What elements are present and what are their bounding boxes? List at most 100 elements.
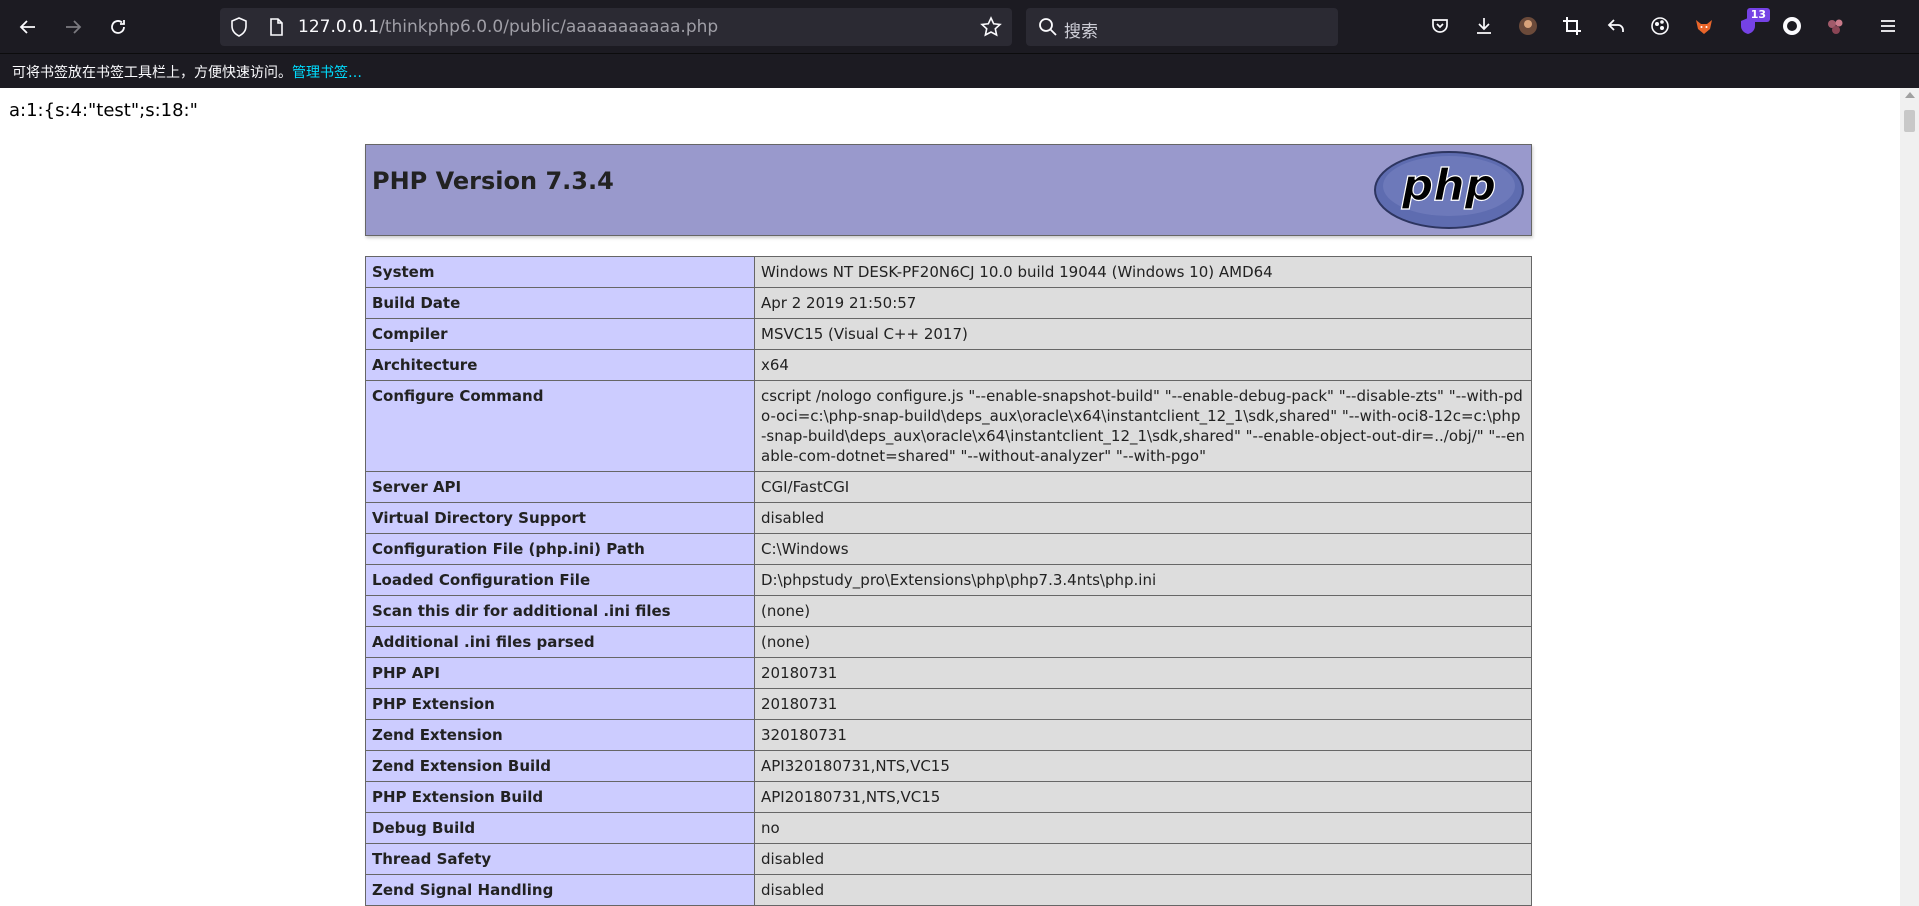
shield-icon[interactable]: [228, 16, 250, 38]
serialized-output: a:1:{s:4:"test";s:18:": [9, 100, 198, 121]
page-content: a:1:{s:4:"test";s:18:" PHP Version 7.3.4…: [0, 88, 1900, 906]
row-key: Scan this dir for additional .ini files: [365, 595, 755, 627]
pocket-button[interactable]: [1426, 12, 1454, 40]
bookmarks-hint: 可将书签放在书签工具栏上，方便快速访问。管理书签…: [12, 62, 362, 82]
url-bar[interactable]: 127.0.0.1/thinkphp6.0.0/public/aaaaaaaaa…: [220, 8, 1012, 46]
page-icon[interactable]: [266, 17, 286, 37]
crop-icon: [1563, 17, 1581, 35]
back-button[interactable]: [10, 9, 46, 45]
undo-button[interactable]: [1602, 12, 1630, 40]
table-row: Zend Extension 320180731: [365, 719, 1532, 751]
table-row: PHP Extension Build API20180731,NTS,VC15: [365, 781, 1532, 813]
table-row: Compiler MSVC15 (Visual C++ 2017): [365, 318, 1532, 350]
table-row: Scan this dir for additional .ini files(…: [365, 595, 1532, 627]
extension-avatar-button[interactable]: [1514, 12, 1542, 40]
table-row: Configure Command cscript /nologo configu…: [365, 380, 1532, 472]
row-key: Loaded Configuration File: [365, 564, 755, 596]
php-version-title: PHP Version 7.3.4: [372, 167, 614, 195]
downloads-button[interactable]: [1470, 12, 1498, 40]
row-key: Virtual Directory Support: [365, 502, 755, 534]
php-version-header: PHP Version 7.3.4 php: [365, 144, 1532, 236]
row-key: Build Date: [365, 287, 755, 319]
row-key: PHP API: [365, 657, 755, 689]
row-key: Architecture: [365, 349, 755, 381]
row-value: disabled: [754, 843, 1532, 875]
circle-extension-button[interactable]: [1778, 12, 1806, 40]
table-row: Loaded Configuration File D:\phpstudy_pro…: [365, 564, 1532, 596]
table-row: Additional .ini files parsed (none): [365, 626, 1532, 658]
row-key: Additional .ini files parsed: [365, 626, 755, 658]
search-bar[interactable]: 搜索: [1026, 8, 1338, 46]
browser-toolbar: 127.0.0.1/thinkphp6.0.0/public/aaaaaaaaa…: [0, 0, 1919, 53]
row-value: API20180731,NTS,VC15: [754, 781, 1532, 813]
row-value: C:\Windows: [754, 533, 1532, 565]
row-key: Zend Extension: [365, 719, 755, 751]
row-value: cscript /nologo configure.js "--enable-s…: [754, 380, 1532, 472]
avatar-icon: [1519, 17, 1537, 35]
reload-button[interactable]: [100, 9, 136, 45]
row-key: System: [365, 256, 755, 288]
row-value: (none): [754, 626, 1532, 658]
row-key: Compiler: [365, 318, 755, 350]
row-value: (none): [754, 595, 1532, 627]
shield-extension-button[interactable]: 13: [1734, 8, 1770, 40]
search-placeholder: 搜索: [1064, 22, 1098, 42]
page-scrollbar[interactable]: [1900, 88, 1919, 906]
cookie-icon: [1651, 17, 1669, 35]
php-logo-icon: php: [1374, 151, 1524, 229]
row-value: Windows NT DESK-PF20N6CJ 10.0 build 1904…: [754, 256, 1532, 288]
search-icon: [1039, 18, 1057, 36]
row-value: disabled: [754, 874, 1532, 906]
url-path: /thinkphp6.0.0/public/aaaaaaaaaaa.php: [379, 17, 719, 37]
hamburger-menu-icon: [1881, 20, 1895, 32]
row-key: Debug Build: [365, 812, 755, 844]
table-row: Build Date Apr 2 2019 21:50:57: [365, 287, 1532, 319]
undo-icon: [1607, 19, 1624, 32]
row-value: 320180731: [754, 719, 1532, 751]
reload-icon: [111, 20, 125, 34]
menu-button[interactable]: [1874, 12, 1902, 40]
row-value: no: [754, 812, 1532, 844]
forward-button[interactable]: [55, 9, 91, 45]
manage-bookmarks-link[interactable]: 管理书签…: [292, 65, 362, 81]
table-row: Configuration File (php.ini) Path C:\Wind…: [365, 533, 1532, 565]
table-row: Zend Extension Build API320180731,NTS,VC1…: [365, 750, 1532, 782]
row-value: 20180731: [754, 688, 1532, 720]
row-value: Apr 2 2019 21:50:57: [754, 287, 1532, 319]
row-value: D:\phpstudy_pro\Extensions\php\php7.3.4n…: [754, 564, 1532, 596]
scroll-up-arrow-icon[interactable]: [1905, 92, 1915, 98]
dots-extension-button[interactable]: [1822, 12, 1850, 40]
bookmarks-message: 可将书签放在书签工具栏上，方便快速访问。: [12, 65, 292, 81]
table-row: Debug Build no: [365, 812, 1532, 844]
cookie-button[interactable]: [1646, 12, 1674, 40]
row-key: Configuration File (php.ini) Path: [365, 533, 755, 565]
row-key: Zend Extension Build: [365, 750, 755, 782]
php-logo-text: php: [1401, 160, 1496, 211]
table-row: Architecture x64: [365, 349, 1532, 381]
crop-button[interactable]: [1558, 12, 1586, 40]
cluster-icon: [1828, 19, 1843, 34]
fox-icon: [1696, 20, 1712, 34]
table-row: Thread Safety disabled: [365, 843, 1532, 875]
row-key: Zend Signal Handling: [365, 874, 755, 906]
row-value: API320180731,NTS,VC15: [754, 750, 1532, 782]
bookmark-star-icon[interactable]: [980, 16, 1002, 38]
fox-extension-button[interactable]: [1690, 12, 1718, 40]
row-key: Server API: [365, 471, 755, 503]
scrollbar-thumb[interactable]: [1904, 110, 1915, 132]
row-key: PHP Extension Build: [365, 781, 755, 813]
bookmarks-toolbar: 可将书签放在书签工具栏上，方便快速访问。管理书签…: [0, 53, 1919, 88]
php-info-table: System Windows NT DESK-PF20N6CJ 10.0 buil…: [365, 256, 1532, 906]
table-row: System Windows NT DESK-PF20N6CJ 10.0 buil…: [365, 256, 1532, 288]
row-value: 20180731: [754, 657, 1532, 689]
row-key: Thread Safety: [365, 843, 755, 875]
url-host: 127.0.0.1: [298, 17, 380, 37]
url-text[interactable]: 127.0.0.1/thinkphp6.0.0/public/aaaaaaaaa…: [298, 17, 718, 37]
table-row: PHP API 20180731: [365, 657, 1532, 689]
download-icon: [1477, 18, 1491, 34]
table-row: Server API CGI/FastCGI: [365, 471, 1532, 503]
circle-icon: [1783, 17, 1801, 35]
row-value: x64: [754, 349, 1532, 381]
table-row: Virtual Directory Support disabled: [365, 502, 1532, 534]
extension-badge: 13: [1746, 8, 1770, 22]
